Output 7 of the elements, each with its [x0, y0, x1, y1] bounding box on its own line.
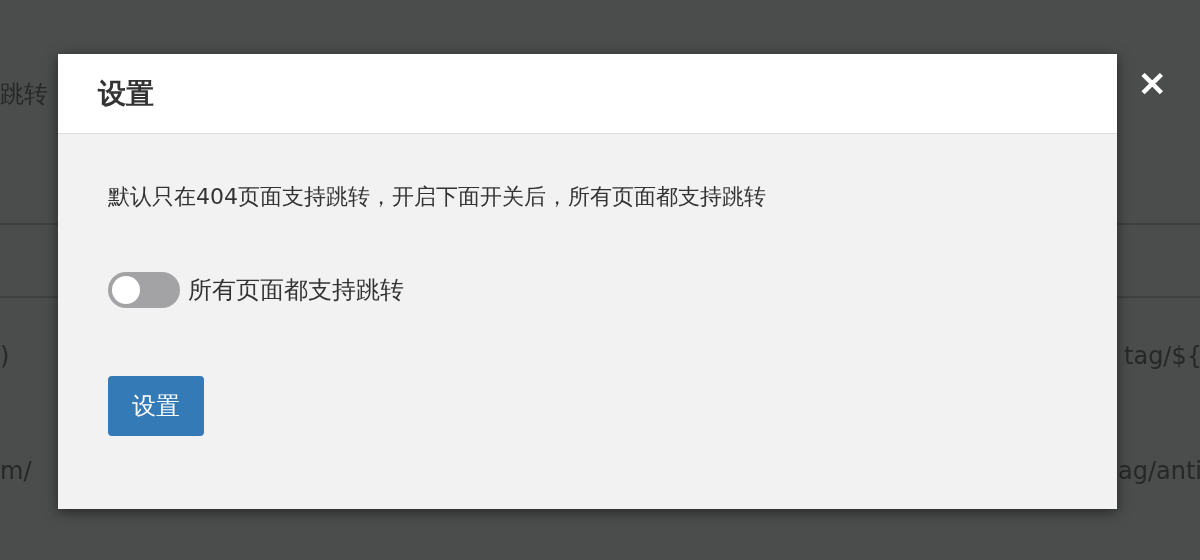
- dialog-title: 设置: [98, 75, 154, 112]
- description-text: 默认只在404页面支持跳转，开启下面开关后，所有页面都支持跳转: [108, 183, 766, 211]
- toggle-label: 所有页面都支持跳转: [188, 275, 404, 306]
- toggle-switch[interactable]: [108, 272, 180, 308]
- close-button[interactable]: ✕: [1130, 62, 1174, 106]
- table-cell: ): [0, 341, 10, 370]
- settings-button[interactable]: 设置: [108, 376, 204, 436]
